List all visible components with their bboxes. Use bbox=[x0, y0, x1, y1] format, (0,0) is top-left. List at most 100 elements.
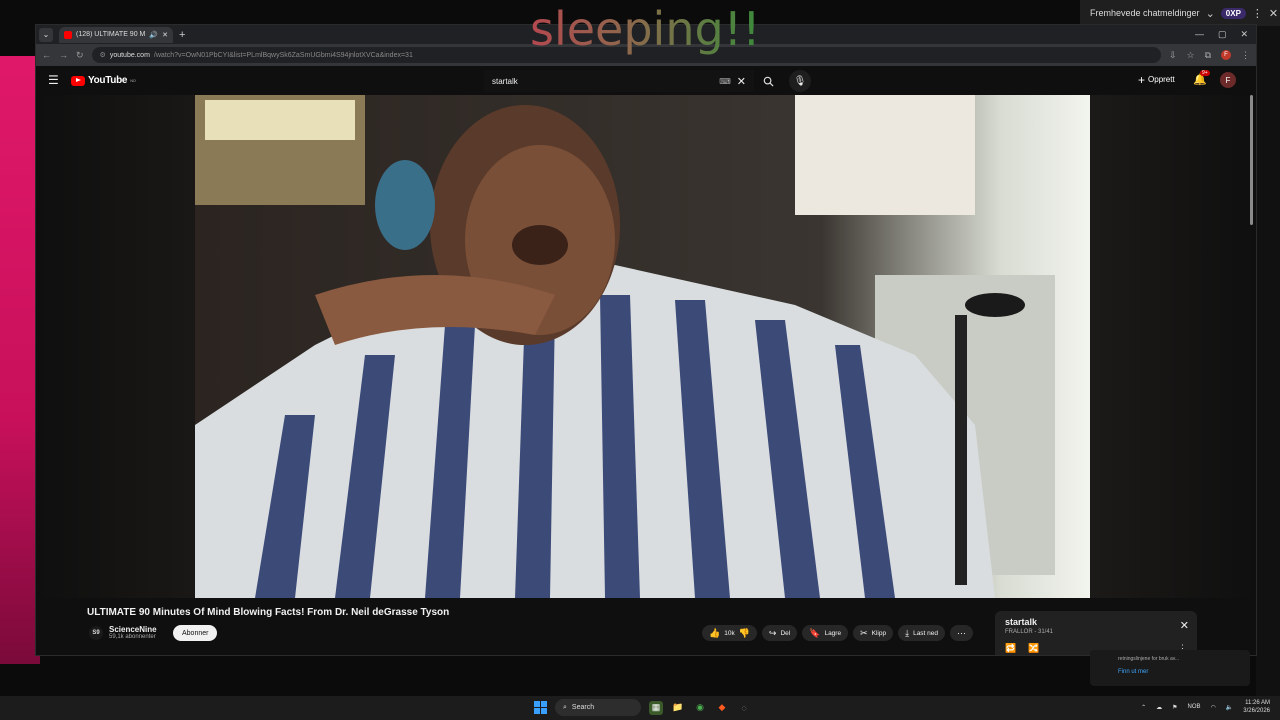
taskbar-search[interactable]: ⌕ Search bbox=[555, 699, 641, 716]
tab-title: (128) ULTIMATE 90 Minutes bbox=[76, 31, 146, 38]
page-scrollbar[interactable] bbox=[1249, 95, 1255, 655]
xp-badge: 0XP bbox=[1220, 7, 1246, 19]
search-button[interactable] bbox=[757, 70, 779, 92]
file-explorer-icon[interactable]: 📁 bbox=[671, 701, 685, 715]
wifi-icon[interactable]: ◠ bbox=[1211, 704, 1216, 711]
video-player[interactable] bbox=[195, 95, 1090, 598]
bookmark-star-icon[interactable]: ☆ bbox=[1186, 50, 1194, 61]
keyboard-icon[interactable]: ⌨ bbox=[719, 77, 731, 86]
thumbs-down-icon[interactable]: 👎 bbox=[739, 628, 750, 639]
site-info-icon[interactable]: ⚙ bbox=[100, 51, 106, 59]
voice-search-button[interactable]: 🎙 bbox=[789, 70, 811, 92]
player-backdrop-right bbox=[1090, 95, 1256, 598]
share-label: Del bbox=[780, 629, 791, 637]
create-label: Opprett bbox=[1148, 75, 1175, 84]
new-tab-button[interactable]: + bbox=[179, 29, 185, 41]
extensions-icon[interactable]: ⧉ bbox=[1205, 50, 1211, 61]
flag-icon[interactable]: ⚑ bbox=[1172, 704, 1177, 711]
brave-icon[interactable]: ◆ bbox=[715, 701, 729, 715]
channel-avatar[interactable]: S9 bbox=[89, 625, 103, 640]
minimize-icon[interactable]: — bbox=[1195, 29, 1204, 40]
repeat-icon[interactable]: 🔁 bbox=[1005, 643, 1016, 654]
scrollbar-thumb[interactable] bbox=[1250, 95, 1253, 225]
save-button[interactable]: 🔖 Lagre bbox=[802, 625, 849, 641]
chrome-icon[interactable]: ◉ bbox=[693, 701, 707, 715]
clock[interactable]: 11:26 AM 3/26/2026 bbox=[1243, 699, 1270, 715]
bookmark-icon: 🔖 bbox=[809, 627, 821, 638]
notifications-button[interactable]: 🔔 9+ bbox=[1193, 70, 1210, 86]
close-icon[interactable]: ✕ bbox=[1269, 7, 1278, 20]
learn-more-link[interactable]: Finn ut mer bbox=[1118, 669, 1222, 675]
shuffle-icon[interactable]: 🔀 bbox=[1028, 643, 1039, 654]
playlist-title[interactable]: startalk bbox=[1005, 617, 1187, 627]
share-icon: ↪ bbox=[768, 627, 777, 638]
account-avatar[interactable]: F bbox=[1220, 72, 1236, 88]
tooltip-text: retningslinjene for bruk av... bbox=[1118, 656, 1180, 662]
hamburger-menu-icon[interactable]: ☰ bbox=[48, 73, 59, 87]
window-close-icon[interactable]: ✕ bbox=[1240, 29, 1248, 40]
chat-highlights-label[interactable]: Fremhevede chatmeldinger bbox=[1090, 8, 1200, 18]
clip-button[interactable]: ✂ Klipp bbox=[853, 625, 894, 641]
download-button[interactable]: ⤓ Last ned bbox=[898, 625, 946, 641]
info-tooltip: retningslinjene for bruk av... Finn ut m… bbox=[1090, 650, 1250, 686]
youtube-logo[interactable]: YouTube NO bbox=[71, 75, 136, 86]
like-button[interactable]: 👍 10k 👎 bbox=[702, 625, 757, 641]
language-indicator[interactable]: NOB bbox=[1188, 704, 1201, 710]
maximize-icon[interactable]: ▢ bbox=[1218, 29, 1227, 40]
screen: Fremhevede chatmeldinger ⌄ 0XP ⋮ ✕ ⌄ (12… bbox=[0, 0, 1280, 720]
back-icon[interactable]: ← bbox=[42, 50, 51, 60]
search-icon bbox=[763, 76, 774, 87]
share-button[interactable]: ↪ Del bbox=[761, 625, 798, 641]
network-icon[interactable]: ☁ bbox=[1156, 704, 1162, 711]
youtube-header: ☰ YouTube NO startalk ⌨ ✕ 🎙 + Opprett 🔔 … bbox=[36, 67, 1256, 95]
tab-close-icon[interactable]: ✕ bbox=[162, 31, 168, 39]
install-icon[interactable]: ⇩ bbox=[1169, 50, 1177, 61]
taskbar-search-label: Search bbox=[571, 704, 595, 711]
video-title: ULTIMATE 90 Minutes Of Mind Blowing Fact… bbox=[87, 607, 450, 618]
clock-date: 3/26/2026 bbox=[1243, 708, 1270, 714]
thumbs-up-icon: 👍 bbox=[709, 627, 721, 638]
tray-chevron-icon[interactable]: ⌃ bbox=[1141, 704, 1146, 711]
notification-count: 9+ bbox=[1200, 70, 1210, 76]
clear-search-icon[interactable]: ✕ bbox=[737, 75, 746, 88]
url-path: /watch?v=OwN01PbCYI&list=PLmlBqwySk6ZaSm… bbox=[153, 51, 413, 59]
more-vertical-icon[interactable]: ⋮ bbox=[1252, 7, 1263, 20]
chevron-down-icon[interactable]: ⌄ bbox=[1206, 7, 1215, 20]
youtube-play-icon bbox=[71, 75, 85, 86]
scissors-icon: ✂ bbox=[860, 627, 868, 638]
subscriber-count: 59,1k abonnenter bbox=[109, 634, 156, 640]
download-icon: ⤓ bbox=[905, 627, 910, 638]
subscribe-button[interactable]: Abonner bbox=[173, 625, 218, 641]
tab-search-icon[interactable]: ⌄ bbox=[39, 27, 53, 42]
search-icon: ⌕ bbox=[563, 703, 567, 711]
search-input[interactable]: startalk ⌨ ✕ bbox=[484, 70, 754, 92]
create-button[interactable]: + Opprett bbox=[1138, 72, 1175, 87]
widgets-icon[interactable]: ▦ bbox=[649, 700, 663, 715]
volume-icon[interactable]: 🔈 bbox=[1226, 704, 1233, 711]
plus-icon: + bbox=[1138, 72, 1146, 87]
clip-label: Klipp bbox=[871, 629, 887, 637]
reload-icon[interactable]: ↻ bbox=[76, 50, 84, 61]
profile-avatar[interactable]: F bbox=[1221, 50, 1231, 60]
browser-window: ⌄ (128) ULTIMATE 90 Minutes 🔊 ✕ + — ▢ ✕ … bbox=[35, 24, 1257, 656]
video-frame bbox=[195, 95, 1090, 598]
window-controls: — ▢ ✕ bbox=[1195, 29, 1256, 40]
speaker-icon[interactable]: 🔊 bbox=[149, 31, 158, 39]
forward-icon[interactable]: → bbox=[59, 50, 68, 60]
tab-youtube[interactable]: (128) ULTIMATE 90 Minutes 🔊 ✕ bbox=[59, 26, 173, 43]
app-icon[interactable]: ◌ bbox=[737, 701, 751, 715]
clock-time: 11:26 AM bbox=[1245, 700, 1270, 706]
like-count: 10k bbox=[724, 629, 735, 637]
taskbar: ⌕ Search ▦ 📁 ◉ ◆ ◌ ⌃ ☁ ⚑ NOB ◠ 🔈 11:26 A… bbox=[0, 696, 1280, 720]
stream-background-right bbox=[1256, 0, 1280, 700]
playlist-subtitle: FRALLOR - 31/41 bbox=[1005, 629, 1054, 635]
address-actions: ⇩ ☆ ⧉ F ⋮ bbox=[1169, 50, 1250, 61]
close-playlist-icon[interactable]: ✕ bbox=[1180, 619, 1189, 632]
browser-menu-icon[interactable]: ⋮ bbox=[1241, 50, 1250, 61]
microphone-icon: 🎙 bbox=[793, 75, 807, 87]
more-actions-button[interactable]: ⋯ bbox=[950, 625, 974, 641]
channel-info[interactable]: S9 ScienceNine 59,1k abonnenter bbox=[89, 625, 157, 640]
windows-start-icon[interactable] bbox=[534, 701, 547, 714]
search-value: startalk bbox=[492, 76, 518, 86]
channel-name[interactable]: ScienceNine bbox=[109, 625, 157, 634]
